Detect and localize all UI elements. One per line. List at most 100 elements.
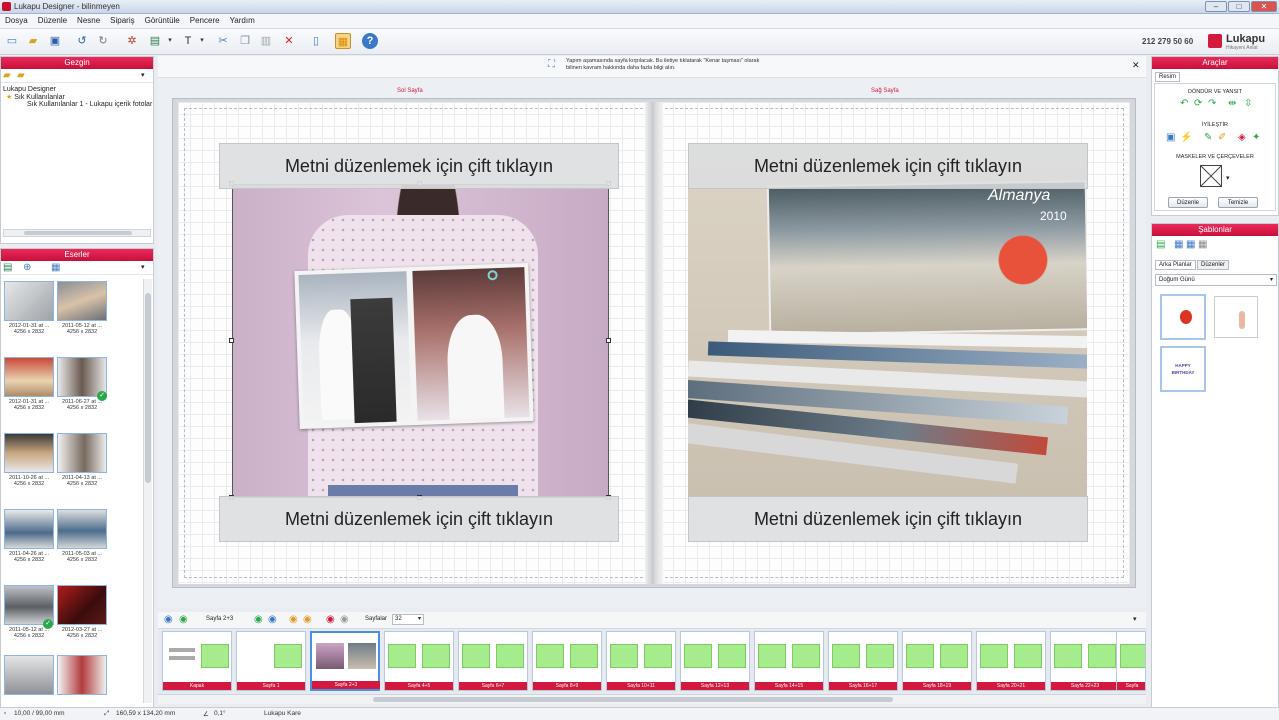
vertical-scrollbar[interactable] xyxy=(143,279,152,703)
resize-handle[interactable] xyxy=(229,338,234,343)
view-icon[interactable]: ▦ xyxy=(1174,240,1183,250)
filmstrip-page[interactable]: Sayfa 6+7 xyxy=(458,631,528,691)
photo-frame-left[interactable] xyxy=(232,184,609,498)
menu-object[interactable]: Nesne xyxy=(72,14,105,27)
filmstrip-page[interactable]: Sayfa 1 xyxy=(236,631,306,691)
tab-layouts[interactable]: Düzenler xyxy=(1197,260,1230,270)
asset-thumb[interactable] xyxy=(4,509,54,549)
tree-item-favorites-1[interactable]: Sık Kullanılanlar 1 - Lukapu içerik foto… xyxy=(27,101,152,108)
filmstrip-page[interactable]: Kapak xyxy=(162,631,232,691)
asset-thumb[interactable] xyxy=(57,433,107,473)
filmstrip-page[interactable]: Sayfa 10+11 xyxy=(606,631,676,691)
asset-thumb[interactable] xyxy=(57,585,107,625)
filmstrip-page[interactable]: Sayfa 20+21 xyxy=(976,631,1046,691)
clear-button[interactable]: Temizle xyxy=(1218,197,1258,208)
template-thumb[interactable] xyxy=(1160,294,1206,340)
clear-page-icon[interactable]: ◉ xyxy=(340,615,349,625)
close-window-button[interactable]: ✕ xyxy=(1251,1,1277,12)
filmstrip-scrollbar[interactable] xyxy=(158,694,1146,704)
close-icon[interactable]: ✕ xyxy=(1132,60,1140,70)
chevron-down-icon[interactable]: ▾ xyxy=(1226,174,1230,184)
open-folder-icon[interactable]: ▰ xyxy=(25,33,41,49)
red-eye-icon[interactable]: ◈ xyxy=(1238,133,1246,143)
order-icon[interactable]: ▦ xyxy=(335,33,351,49)
menu-help[interactable]: Yardım xyxy=(225,14,260,27)
dropdown-arrow-icon[interactable]: ▾ xyxy=(194,33,210,49)
text-box-right-bottom[interactable]: Metni düzenlemek için çift tıklayın xyxy=(688,496,1088,542)
flip-horizontal-icon[interactable]: ⇹ xyxy=(1228,99,1236,109)
info-bar[interactable]: ⛶ Yapım aşamasında sayfa kırpılacak. Bu … xyxy=(158,56,1146,78)
new-file-icon[interactable]: ▭ xyxy=(4,33,20,49)
layout-alt-icon[interactable]: ◉ xyxy=(303,615,312,625)
filmstrip-page[interactable]: Sayfa 4+5 xyxy=(384,631,454,691)
rotate-right-icon[interactable]: ↷ xyxy=(1208,99,1216,109)
tree-item-root[interactable]: Lukapu Designer xyxy=(3,86,151,93)
template-thumb[interactable]: HAPPY BIRTHDAY xyxy=(1160,346,1206,392)
asset-thumb[interactable] xyxy=(57,509,107,549)
filmstrip-page[interactable]: Sayfa 12+13 xyxy=(680,631,750,691)
rotate-icon[interactable]: ⟳ xyxy=(1194,99,1202,109)
move-page-icon[interactable]: ◉ xyxy=(268,615,277,625)
undo-icon[interactable]: ↺ xyxy=(74,33,90,49)
brush-icon[interactable]: ✐ xyxy=(1218,133,1226,143)
filter-icon[interactable]: ▦ xyxy=(1198,240,1207,250)
filmstrip-page[interactable]: Sayfa 16+17 xyxy=(828,631,898,691)
menu-edit[interactable]: Düzenle xyxy=(33,14,72,27)
chevron-down-icon[interactable]: ▾ xyxy=(141,71,145,81)
tree-item-favorites[interactable]: Sık Kullanılanlar xyxy=(14,94,65,101)
text-box-left-top[interactable]: Metni düzenlemek için çift tıklayın xyxy=(219,143,619,189)
rotate-left-icon[interactable]: ↶ xyxy=(1180,99,1188,109)
asset-thumb[interactable] xyxy=(57,281,107,321)
delete-icon[interactable]: ✕ xyxy=(281,33,297,49)
help-icon[interactable]: ? xyxy=(362,33,378,49)
edit-button[interactable]: Düzenle xyxy=(1168,197,1208,208)
redo-icon[interactable]: ↻ xyxy=(95,33,111,49)
folder-icon[interactable]: ▰ xyxy=(3,71,11,81)
chevron-down-icon[interactable]: ▾ xyxy=(141,263,145,273)
add-template-icon[interactable]: ▤ xyxy=(1156,240,1165,250)
copy-icon[interactable]: ❐ xyxy=(237,33,253,49)
paste-icon[interactable]: ▥ xyxy=(258,33,274,49)
pages-select[interactable]: 32 ▾ xyxy=(392,614,424,625)
menu-window[interactable]: Pencere xyxy=(185,14,225,27)
sort-icon[interactable]: ▦ xyxy=(51,263,60,273)
preview-icon[interactable]: ▯ xyxy=(308,33,324,49)
horizontal-scrollbar[interactable] xyxy=(3,229,151,237)
zoom-icon[interactable]: ⊕ xyxy=(23,263,31,273)
magic-wand-icon[interactable]: ⚡ xyxy=(1180,133,1192,143)
maximize-button[interactable]: □ xyxy=(1228,1,1250,12)
filmstrip-page[interactable]: Sayfa 18+19 xyxy=(902,631,972,691)
text-box-left-bottom[interactable]: Metni düzenlemek için çift tıklayın xyxy=(219,496,619,542)
layout-icon[interactable]: ◉ xyxy=(289,615,298,625)
category-select[interactable]: Doğum Günü ▾ xyxy=(1155,274,1277,286)
add-page-icon[interactable]: ◉ xyxy=(254,615,263,625)
tab-backgrounds[interactable]: Arka Planlar xyxy=(1155,260,1196,270)
text-box-right-top[interactable]: Metni düzenlemek için çift tıklayın xyxy=(688,143,1088,189)
template-thumb[interactable] xyxy=(1214,296,1258,338)
grid-icon[interactable]: ▦ xyxy=(1186,240,1195,250)
flip-vertical-icon[interactable]: ⇳ xyxy=(1244,99,1252,109)
remove-page-icon[interactable]: ◉ xyxy=(326,615,335,625)
asset-thumb[interactable] xyxy=(4,281,54,321)
photo-frame-right[interactable]: Almanya 2010 xyxy=(688,143,1087,497)
asset-thumb[interactable] xyxy=(4,655,54,695)
prev-page-icon[interactable]: ◉ xyxy=(164,615,173,625)
menu-view[interactable]: Görüntüle xyxy=(140,14,185,27)
filmstrip-page[interactable]: Sayfa 22+23 xyxy=(1050,631,1120,691)
resize-handle[interactable] xyxy=(606,338,611,343)
tab-image[interactable]: Resim xyxy=(1155,72,1181,82)
mask-picker[interactable] xyxy=(1200,165,1222,187)
save-icon[interactable]: ▣ xyxy=(47,33,63,49)
filmstrip-page[interactable]: Sayfa 14+15 xyxy=(754,631,824,691)
asset-thumb[interactable] xyxy=(4,433,54,473)
filmstrip-page[interactable]: Sayfa 8+9 xyxy=(532,631,602,691)
filmstrip-page[interactable]: Sayfa xyxy=(1116,631,1146,691)
folder-add-icon[interactable]: ▰ xyxy=(17,71,25,81)
effects-icon[interactable]: ✦ xyxy=(1252,133,1260,143)
menu-file[interactable]: Dosya xyxy=(0,14,33,27)
asset-thumb[interactable] xyxy=(57,655,107,695)
menu-order[interactable]: Sipariş xyxy=(105,14,139,27)
asset-thumb[interactable] xyxy=(4,357,54,397)
filmstrip-page-active[interactable]: Sayfa 2+3 xyxy=(310,631,380,691)
insert-image-icon[interactable]: ▤ xyxy=(147,33,163,49)
